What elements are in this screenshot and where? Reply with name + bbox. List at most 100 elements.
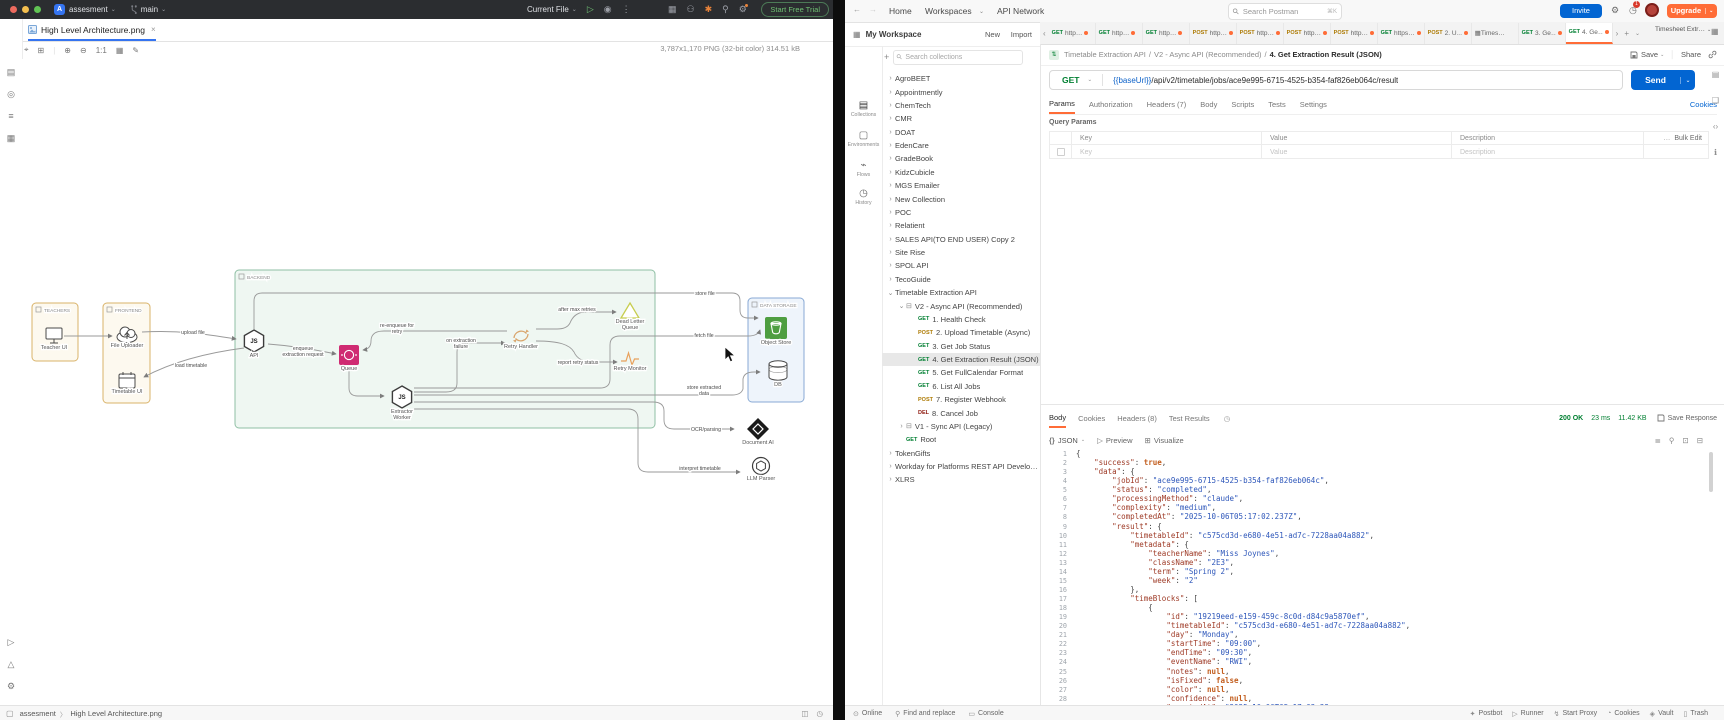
request-tab-params[interactable]: Params [1049, 95, 1075, 114]
chevron-right-icon[interactable]: › [886, 182, 895, 189]
response-tab-headers[interactable]: Headers (8) [1117, 410, 1157, 427]
sidebar-collection-item[interactable]: › Appointmently [882, 85, 1040, 98]
sidebar-request-item[interactable]: GET 6. List All Jobs [882, 380, 1040, 393]
image-canvas[interactable]: TEACHERS FRONTEND BACKEND DATA STORAGE Teach… [22, 59, 833, 705]
invite-button[interactable]: Invite [1560, 3, 1602, 18]
statusbar-find-and-replace[interactable]: ⚲ Find and replace [895, 710, 955, 718]
chevron-right-icon[interactable]: › [886, 196, 895, 203]
send-button[interactable]: Send ⌄ [1631, 70, 1695, 90]
request-tab[interactable]: GET http… [1049, 22, 1096, 44]
nav-api-network[interactable]: API Network [997, 6, 1044, 16]
chevron-right-icon[interactable]: › [886, 75, 895, 82]
request-tab-headers[interactable]: Headers (7) [1147, 96, 1187, 113]
format-selector[interactable]: JSON [1058, 436, 1078, 445]
save-icon[interactable]: ⊟ [1697, 436, 1703, 445]
terminal-icon[interactable]: ▢ [6, 709, 14, 718]
chevron-right-icon[interactable]: › [886, 89, 895, 96]
sidebar-collection-item[interactable]: ⌄ Timetable Extraction API [882, 286, 1040, 299]
chevron-right-icon[interactable]: › [886, 222, 895, 229]
chevron-right-icon[interactable]: › [886, 155, 895, 162]
sidebar-collection-item[interactable]: › KidzCubicle [882, 166, 1040, 179]
workspace-name[interactable]: My Workspace [866, 30, 922, 39]
copy-icon[interactable]: ⊡ [1682, 436, 1688, 445]
close-window-icon[interactable] [10, 6, 17, 13]
chevron-down-icon[interactable]: ⌄ [886, 289, 895, 297]
response-size[interactable]: 11.42 KB [1618, 415, 1646, 422]
debug-icon[interactable]: ◉ [604, 5, 612, 14]
zoom-ratio-label[interactable]: 1:1 [96, 46, 107, 55]
sidebar-collection-item[interactable]: › New Collection [882, 192, 1040, 205]
request-tab-tests[interactable]: Tests [1268, 96, 1286, 113]
request-tab[interactable]: POST http… [1237, 22, 1284, 44]
sidebar-request-item[interactable]: DEL 8. Cancel Job [882, 406, 1040, 419]
save-response-icon[interactable] [1657, 414, 1665, 422]
new-tab-icon[interactable]: + [1624, 29, 1629, 38]
param-checkbox[interactable] [1056, 148, 1065, 156]
global-search-input[interactable]: ⚲ Search Postman ⌘K [1228, 3, 1342, 20]
grid-icon[interactable]: ▦ [116, 46, 124, 55]
scroll-tabs-left-icon[interactable]: ‹ [1043, 29, 1046, 38]
rail-item-collections[interactable]: ▤ Collections [845, 100, 882, 118]
sidebar-collection-item[interactable]: › TokenGifts [882, 447, 1040, 460]
chevron-down-icon[interactable]: ⌄ [897, 302, 906, 310]
sidebar-collection-item[interactable]: › MGS Emailer [882, 179, 1040, 192]
import-button[interactable]: Import [1011, 30, 1032, 39]
sidebar-collection-item[interactable]: › SPOL API [882, 259, 1040, 272]
sidebar-request-item[interactable]: GET Root [882, 433, 1040, 446]
environment-selector[interactable]: Timesheet Extraction ⌄ [1655, 26, 1713, 33]
request-tab[interactable]: ▦ Times… [1472, 22, 1519, 44]
upgrade-button[interactable]: Upgrade ⌄ [1667, 3, 1717, 18]
more-icon[interactable]: … [1663, 135, 1670, 142]
save-button[interactable]: Save [1641, 50, 1658, 59]
response-divider[interactable] [1041, 404, 1724, 405]
branch-selector[interactable]: main [141, 5, 158, 14]
fit-width-icon[interactable]: ⊞ [38, 46, 45, 55]
search-collections-input[interactable]: ⚲ Search collections [893, 49, 1024, 65]
search-icon[interactable]: ⚲ [722, 5, 729, 14]
activity-problems-icon[interactable]: △ [0, 659, 22, 670]
chevron-right-icon[interactable]: › [886, 476, 895, 483]
sidebar-collection-item[interactable]: › EdenCare [882, 139, 1040, 152]
project-selector[interactable]: assesment [69, 5, 108, 14]
info-icon[interactable]: ℹ [1707, 148, 1724, 157]
chevron-down-icon[interactable]: ⌄ [1660, 52, 1664, 58]
avatar[interactable] [1645, 3, 1659, 17]
ai-assistant-icon[interactable]: ✱ [705, 5, 713, 14]
sidebar-collection-item[interactable]: › ⊟ V1 - Sync API (Legacy) [882, 420, 1040, 433]
response-tab-test[interactable]: Test Results [1169, 410, 1210, 427]
activity-structure-icon[interactable]: ≡ [0, 111, 22, 121]
settings-icon[interactable]: ⚙ [1611, 5, 1619, 16]
sidebar-request-item[interactable]: GET 1. Health Check [882, 313, 1040, 326]
sidebar-collection-item[interactable]: › Workday for Platforms REST API Develop.… [882, 460, 1040, 473]
maximize-window-icon[interactable] [34, 6, 41, 13]
settings-icon[interactable]: ⚙ [739, 4, 748, 14]
chevron-right-icon[interactable]: › [886, 209, 895, 216]
request-tab[interactable]: POST http… [1190, 22, 1237, 44]
zoom-out-icon[interactable]: ⊖ [80, 46, 87, 55]
tab-options-icon[interactable]: ⌄ [1635, 30, 1640, 37]
rail-item-flows[interactable]: ⌁ Flows [845, 160, 882, 178]
share-button[interactable]: Share [1681, 50, 1701, 59]
chevron-right-icon[interactable]: › [886, 463, 895, 470]
table-input-row[interactable]: Key Value Description [1050, 145, 1708, 159]
send-options-icon[interactable]: ⌄ [1680, 76, 1695, 84]
add-collection-icon[interactable]: + [884, 52, 889, 62]
sidebar-collection-item[interactable]: › Relatient [882, 219, 1040, 232]
fit-screen-icon[interactable]: ⌖ [24, 45, 29, 55]
response-tab-body[interactable]: Body [1049, 409, 1067, 428]
chevron-right-icon[interactable]: › [886, 450, 895, 457]
sidebar-collection-item[interactable]: › GradeBook [882, 152, 1040, 165]
rail-item-history[interactable]: ◷ History [845, 188, 882, 206]
key-input[interactable]: Key [1072, 145, 1262, 159]
rail-item-environments[interactable]: ▢ Environments [845, 130, 882, 148]
scroll-tabs-right-icon[interactable]: › [1616, 29, 1619, 38]
activity-project-icon[interactable]: ▤ [0, 67, 22, 78]
back-icon[interactable]: ← [853, 5, 861, 14]
status-badge[interactable]: 200 OK [1559, 415, 1583, 422]
chevron-right-icon[interactable]: › [886, 249, 895, 256]
request-tab[interactable]: GET https… [1378, 22, 1425, 44]
sidebar-collection-item[interactable]: › DOAT [882, 126, 1040, 139]
statusbar-runner[interactable]: ▷ Runner [1512, 710, 1543, 718]
breadcrumb-folder[interactable]: V2 - Async API (Recommended) [1154, 50, 1262, 59]
notifications-icon[interactable]: ◷ [816, 709, 823, 718]
